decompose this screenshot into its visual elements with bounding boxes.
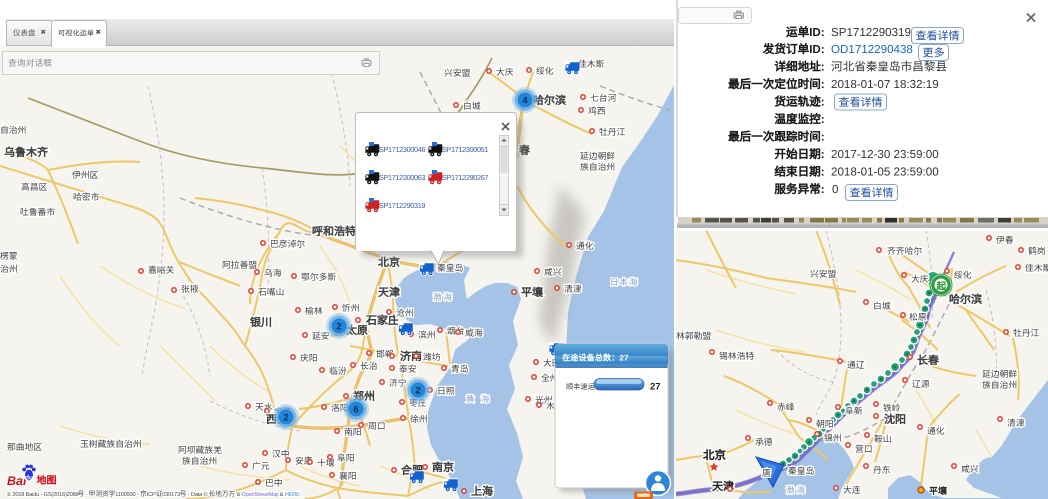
svg-text:2018-01-05 23:59:00: 2018-01-05 23:59:00 <box>831 166 939 179</box>
svg-text:SP1712290319: SP1712290319 <box>831 26 911 39</box>
svg-text:27: 27 <box>619 354 629 363</box>
svg-text:2017-12-30 23:59:00: 2017-12-30 23:59:00 <box>831 148 939 161</box>
svg-text:-: - <box>84 492 88 498</box>
svg-text:2018-01-07 18:32:19: 2018-01-07 18:32:19 <box>831 78 939 91</box>
svg-text:6: 6 <box>353 405 358 416</box>
svg-text:© 2018 Baidu - GS(2016)2089: © 2018 Baidu - GS(2016)2089 <box>7 491 79 498</box>
svg-text:HERE: HERE <box>285 492 300 498</box>
svg-text:2: 2 <box>415 386 420 397</box>
svg-text:2: 2 <box>283 413 288 424</box>
svg-text:2: 2 <box>336 322 341 333</box>
svg-text:0: 0 <box>832 183 838 196</box>
svg-text:ID:: ID: <box>809 43 824 56</box>
svg-text::: : <box>821 113 825 126</box>
svg-text:OD1712290438: OD1712290438 <box>831 43 913 56</box>
svg-text:1100930 -: 1100930 - <box>115 492 140 498</box>
svg-text::: : <box>821 148 825 161</box>
svg-text::: : <box>821 131 825 144</box>
svg-text::: : <box>821 96 825 109</box>
svg-text:ID:: ID: <box>809 26 824 39</box>
svg-text:SP1712290319: SP1712290319 <box>379 201 425 210</box>
svg-text:SP1712290267: SP1712290267 <box>442 173 488 182</box>
svg-text:du: du <box>25 475 33 482</box>
svg-text:OpenStreetMap: OpenStreetMap <box>241 492 279 498</box>
svg-text::: : <box>821 61 825 74</box>
svg-text::: : <box>821 183 825 196</box>
svg-text:27: 27 <box>650 382 661 393</box>
svg-text:SP1712300046: SP1712300046 <box>379 145 425 154</box>
svg-text:SP1712300051: SP1712300051 <box>442 145 488 154</box>
svg-text::: : <box>821 166 825 179</box>
svg-text:ICP: ICP <box>147 492 156 498</box>
svg-text:- Data ©: - Data © <box>186 492 208 498</box>
svg-text:4: 4 <box>522 96 528 107</box>
svg-text:SP1712300063: SP1712300063 <box>379 173 425 182</box>
svg-text:030173: 030173 <box>162 492 180 498</box>
svg-text::: : <box>821 78 825 91</box>
